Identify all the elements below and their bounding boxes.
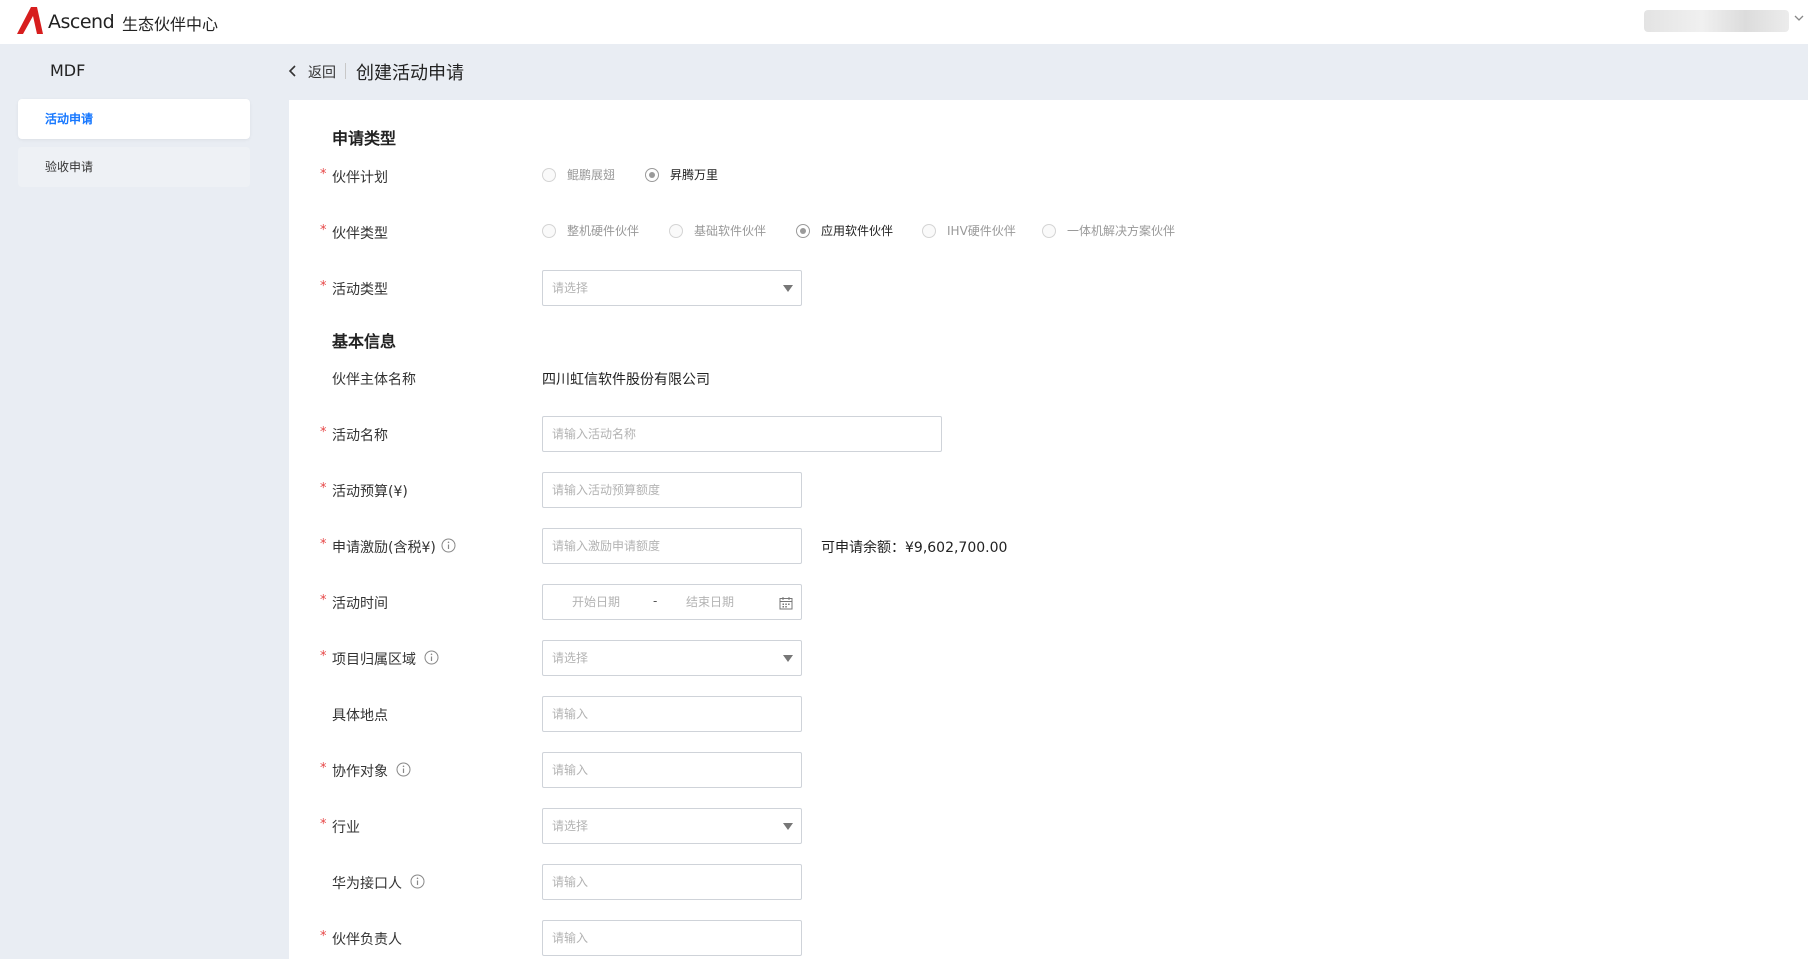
- form-row-partner-owner: * 伙伴负责人: [289, 920, 1808, 956]
- radio-circle-icon: [542, 224, 556, 238]
- radio-label: 一体机解决方案伙伴: [1067, 224, 1176, 238]
- radio-label: IHV硬件伙伴: [947, 224, 1016, 238]
- sidebar-title: MDF: [50, 61, 86, 80]
- collaborator-label: 协作对象: [332, 764, 388, 780]
- form-row-partner-entity: 伙伴主体名称 四川虹信软件股份有限公司: [289, 360, 1808, 396]
- form-row-activity-budget: * 活动预算(¥): [289, 472, 1808, 508]
- required-mark: *: [320, 761, 327, 776]
- radio-circle-icon: [922, 224, 936, 238]
- partner-entity-label: 伙伴主体名称: [332, 372, 416, 388]
- partner-type-label: 伙伴类型: [332, 226, 388, 242]
- form-row-partner-type: * 伙伴类型 整机硬件伙伴 基础软件伙伴 应用软件伙伴 IHV硬件伙伴 一体机解…: [289, 214, 1808, 250]
- partner-owner-label: 伙伴负责人: [332, 932, 402, 948]
- start-date-placeholder[interactable]: 开始日期: [572, 585, 620, 619]
- top-bar: Ascend 生态伙伴中心: [0, 0, 1808, 44]
- chevron-left-icon[interactable]: [288, 64, 298, 78]
- sidebar: MDF 活动申请 验收申请: [0, 44, 268, 959]
- form-row-collaborator: * 协作对象: [289, 752, 1808, 788]
- caret-down-icon: [783, 285, 793, 292]
- end-date-placeholder[interactable]: 结束日期: [686, 585, 734, 619]
- activity-type-select[interactable]: 请选择: [542, 270, 802, 306]
- activity-time-label: 活动时间: [332, 596, 388, 612]
- required-mark: *: [320, 481, 327, 496]
- partner-owner-input[interactable]: [542, 920, 802, 956]
- required-mark: *: [320, 223, 327, 238]
- info-icon[interactable]: [410, 874, 425, 889]
- form-row-activity-name: * 活动名称: [289, 416, 1808, 452]
- radio-label: 昇腾万里: [670, 168, 719, 182]
- required-mark: *: [320, 279, 327, 294]
- form-panel: 申请类型 * 伙伴计划 鲲鹏展翅 昇腾万里 * 伙伴类型 整机硬件伙伴 基础软件…: [289, 100, 1808, 959]
- radio-circle-icon: [669, 224, 683, 238]
- form-row-location: 具体地点: [289, 696, 1808, 732]
- collaborator-input[interactable]: [542, 752, 802, 788]
- required-mark: *: [320, 649, 327, 664]
- date-range-picker[interactable]: 开始日期 - 结束日期: [542, 584, 802, 620]
- region-label: 项目归属区域: [332, 652, 416, 668]
- header-divider: [345, 63, 346, 79]
- chevron-down-icon[interactable]: [1793, 12, 1805, 24]
- radio-label: 鲲鹏展翅: [567, 168, 616, 182]
- portal-title: 生态伙伴中心: [122, 15, 219, 34]
- industry-select[interactable]: 请选择: [542, 808, 802, 844]
- huawei-contact-input[interactable]: [542, 864, 802, 900]
- radio-selected-icon: [645, 168, 659, 182]
- select-placeholder: 请选择: [552, 819, 589, 833]
- form-row-activity-type: * 活动类型 请选择: [289, 270, 1808, 306]
- date-separator: -: [653, 594, 658, 608]
- info-icon[interactable]: [441, 538, 456, 553]
- required-mark: *: [320, 593, 327, 608]
- select-placeholder: 请选择: [552, 651, 589, 665]
- caret-down-icon: [783, 823, 793, 830]
- page-title: 创建活动申请: [356, 63, 464, 84]
- form-row-incentive: * 申请激励(含税¥) 可申请余额：¥9,602,700.00: [289, 528, 1808, 564]
- region-select[interactable]: 请选择: [542, 640, 802, 676]
- balance-label: 可申请余额：: [821, 540, 905, 556]
- location-label: 具体地点: [332, 708, 388, 724]
- location-input[interactable]: [542, 696, 802, 732]
- back-button[interactable]: 返回: [308, 62, 336, 82]
- required-mark: *: [320, 537, 327, 552]
- select-placeholder: 请选择: [552, 281, 589, 295]
- caret-down-icon: [783, 655, 793, 662]
- balance-value: ¥9,602,700.00: [905, 540, 1008, 556]
- activity-budget-label: 活动预算(¥): [332, 484, 408, 500]
- form-row-activity-time: * 活动时间 开始日期 - 结束日期: [289, 584, 1808, 620]
- form-row-industry: * 行业 请选择: [289, 808, 1808, 844]
- partner-entity-value: 四川虹信软件股份有限公司: [542, 372, 710, 388]
- section-title-apply-type: 申请类型: [332, 129, 397, 148]
- radio-circle-icon: [542, 168, 556, 182]
- industry-label: 行业: [332, 820, 360, 836]
- radio-selected-icon: [796, 224, 810, 238]
- radio-label: 整机硬件伙伴: [567, 224, 640, 238]
- ascend-logo-icon: [17, 7, 43, 34]
- form-row-huawei-contact: 华为接口人: [289, 864, 1808, 900]
- activity-name-label: 活动名称: [332, 428, 388, 444]
- partner-plan-label: 伙伴计划: [332, 170, 388, 186]
- radio-circle-icon: [1042, 224, 1056, 238]
- info-icon[interactable]: [396, 762, 411, 777]
- user-account[interactable]: [1644, 10, 1789, 32]
- section-title-basic-info: 基本信息: [332, 332, 397, 351]
- calendar-icon[interactable]: [779, 596, 793, 610]
- huawei-contact-label: 华为接口人: [332, 876, 402, 892]
- available-balance: 可申请余额：¥9,602,700.00: [821, 537, 1007, 557]
- sidebar-item-activity-application[interactable]: 活动申请: [18, 99, 250, 139]
- radio-label: 应用软件伙伴: [821, 224, 894, 238]
- form-row-region: * 项目归属区域 请选择: [289, 640, 1808, 676]
- brand-name: Ascend: [48, 11, 115, 33]
- activity-name-input[interactable]: [542, 416, 942, 452]
- radio-label: 基础软件伙伴: [694, 224, 767, 238]
- required-mark: *: [320, 425, 327, 440]
- activity-budget-input[interactable]: [542, 472, 802, 508]
- sidebar-item-acceptance-application[interactable]: 验收申请: [18, 147, 250, 187]
- info-icon[interactable]: [424, 650, 439, 665]
- incentive-label: 申请激励(含税¥): [332, 540, 436, 556]
- required-mark: *: [320, 817, 327, 832]
- incentive-input[interactable]: [542, 528, 802, 564]
- form-row-partner-plan: * 伙伴计划 鲲鹏展翅 昇腾万里: [289, 158, 1808, 194]
- required-mark: *: [320, 167, 327, 182]
- required-mark: *: [320, 929, 327, 944]
- activity-type-label: 活动类型: [332, 282, 388, 298]
